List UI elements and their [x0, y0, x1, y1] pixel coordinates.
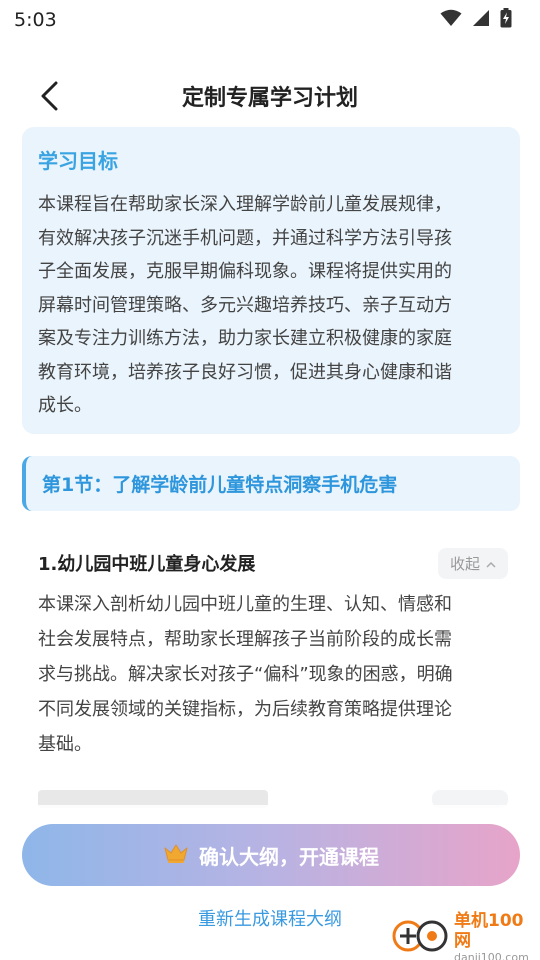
goal-line: 本课程旨在帮助家长深入理解学龄前儿童发展规律，: [38, 194, 452, 215]
lesson-head: 1.幼儿园中班儿童身心发展 收起: [38, 544, 508, 582]
goal-line: 屏幕时间管理策略、多元兴趣培养技巧、亲子互动方: [38, 294, 452, 316]
watermark-text: 单机100网 danji100.com: [454, 911, 540, 960]
watermark-main: 单机100网: [454, 910, 524, 951]
status-bar: 5:03: [0, 0, 540, 40]
collapse-label: 收起: [449, 554, 480, 573]
learning-goal-text: 本课程旨在帮助家长深入理解学龄前儿童发展规律， 有效解决孩子沉迷手机问题，并通过…: [38, 188, 504, 423]
lesson-line: 社会发展特点，帮助家长理解孩子当前阶段的成长需: [38, 629, 452, 650]
lesson-line: 基础。: [38, 734, 92, 755]
chevron-up-icon: [486, 554, 496, 572]
section-header: 第1节：了解学龄前儿童特点洞察手机危害: [22, 456, 520, 511]
goal-line: 子全面发展，克服早期偏科现象。课程将提供实用的: [38, 261, 452, 282]
signal-icon: [472, 9, 490, 31]
nav-bar: 定制专属学习计划: [0, 68, 540, 124]
wifi-icon: [440, 9, 462, 31]
lesson-description: 本课深入剖析幼儿园中班儿童的生理、认知、情感和 社会发展特点，帮助家长理解孩子当…: [38, 587, 508, 762]
chevron-left-icon: [39, 81, 61, 115]
crown-icon: [163, 842, 189, 868]
lesson-line: 求与挑战。解决家长对孩子“偏科”现象的困惑，明确: [38, 664, 453, 685]
page-title: 定制专属学习计划: [181, 86, 358, 111]
collapse-button[interactable]: 收起: [437, 547, 508, 579]
battery-charging-icon: [500, 8, 512, 32]
lesson-item: 1.幼儿园中班儿童身心发展 收起 本课深入剖析幼儿园中班儿童的生理、认知、情感和…: [38, 544, 508, 762]
learning-goal-card: 学习目标 本课程旨在帮助家长深入理解学龄前儿童发展规律， 有效解决孩子沉迷手机问…: [22, 127, 520, 434]
goal-line: 案及专注力训练方法，助力家长建立积极健康的家庭: [38, 328, 452, 349]
watermark-sub: danji100.com: [454, 950, 529, 960]
goal-line: 教育环境，培养孩子良好习惯，促进其身心健康和谐: [38, 361, 452, 383]
watermark: 单机100网 danji100.com: [392, 911, 540, 960]
status-time: 5:03: [14, 9, 57, 31]
goal-line: 有效解决孩子沉迷手机问题，并通过科学方法引导孩: [38, 227, 452, 249]
confirm-outline-button[interactable]: 确认大纲，开通课程: [22, 824, 520, 886]
section-title: 第1节：了解学龄前儿童特点洞察手机危害: [42, 474, 398, 496]
status-icons: [440, 8, 512, 32]
lesson-line: 不同发展领域的关键指标，为后续教育策略提供理论: [38, 699, 452, 720]
lesson-title: 1.幼儿园中班儿童身心发展: [38, 554, 256, 575]
confirm-label: 确认大纲，开通课程: [199, 844, 379, 869]
learning-goal-title: 学习目标: [38, 149, 118, 173]
watermark-logo-icon: [392, 916, 448, 960]
back-button[interactable]: [30, 78, 70, 118]
goal-line: 成长。: [38, 395, 92, 416]
lesson-line: 本课深入剖析幼儿园中班儿童的生理、认知、情感和: [38, 594, 452, 615]
